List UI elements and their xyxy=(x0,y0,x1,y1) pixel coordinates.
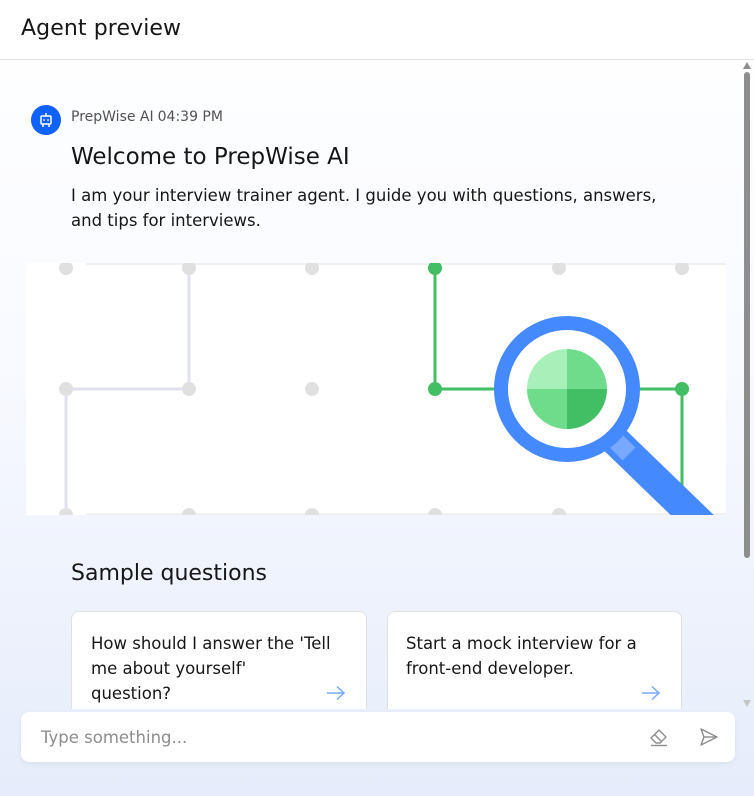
sample-question-card[interactable]: How should I answer the 'Tell me about y… xyxy=(71,611,367,709)
header: Agent preview xyxy=(0,0,754,60)
arrow-right-icon xyxy=(327,685,346,701)
scroll-down-arrow-icon[interactable] xyxy=(743,700,751,707)
sender-name: PrepWise AI xyxy=(71,109,154,125)
chat-input-bar xyxy=(21,712,735,762)
magnifier-illustration xyxy=(26,263,726,515)
arrow-right-icon xyxy=(642,685,661,701)
message-input[interactable] xyxy=(21,712,641,762)
robot-icon xyxy=(40,113,52,127)
welcome-title: Welcome to PrepWise AI xyxy=(71,144,350,170)
send-icon[interactable] xyxy=(699,727,719,747)
agent-avatar xyxy=(31,105,61,135)
page-title: Agent preview xyxy=(21,16,182,41)
message-meta: PrepWise AI 04:39 PM xyxy=(71,109,223,125)
message-time: 04:39 PM xyxy=(157,109,223,125)
sample-question-card[interactable]: Start a mock interview for a front-end d… xyxy=(387,611,682,709)
sample-questions-title: Sample questions xyxy=(71,561,267,586)
welcome-body: I am your interview trainer agent. I gui… xyxy=(71,186,657,230)
sample-question-text: Start a mock interview for a front-end d… xyxy=(406,634,637,678)
scrollbar-thumb[interactable] xyxy=(744,72,750,558)
sample-question-text: How should I answer the 'Tell me about y… xyxy=(91,634,331,703)
eraser-icon[interactable] xyxy=(648,726,670,748)
chat-scroll-area[interactable]: PrepWise AI 04:39 PM Welcome to PrepWise … xyxy=(0,61,754,709)
scroll-up-arrow-icon[interactable] xyxy=(743,62,751,69)
vertical-scrollbar[interactable] xyxy=(742,60,754,710)
